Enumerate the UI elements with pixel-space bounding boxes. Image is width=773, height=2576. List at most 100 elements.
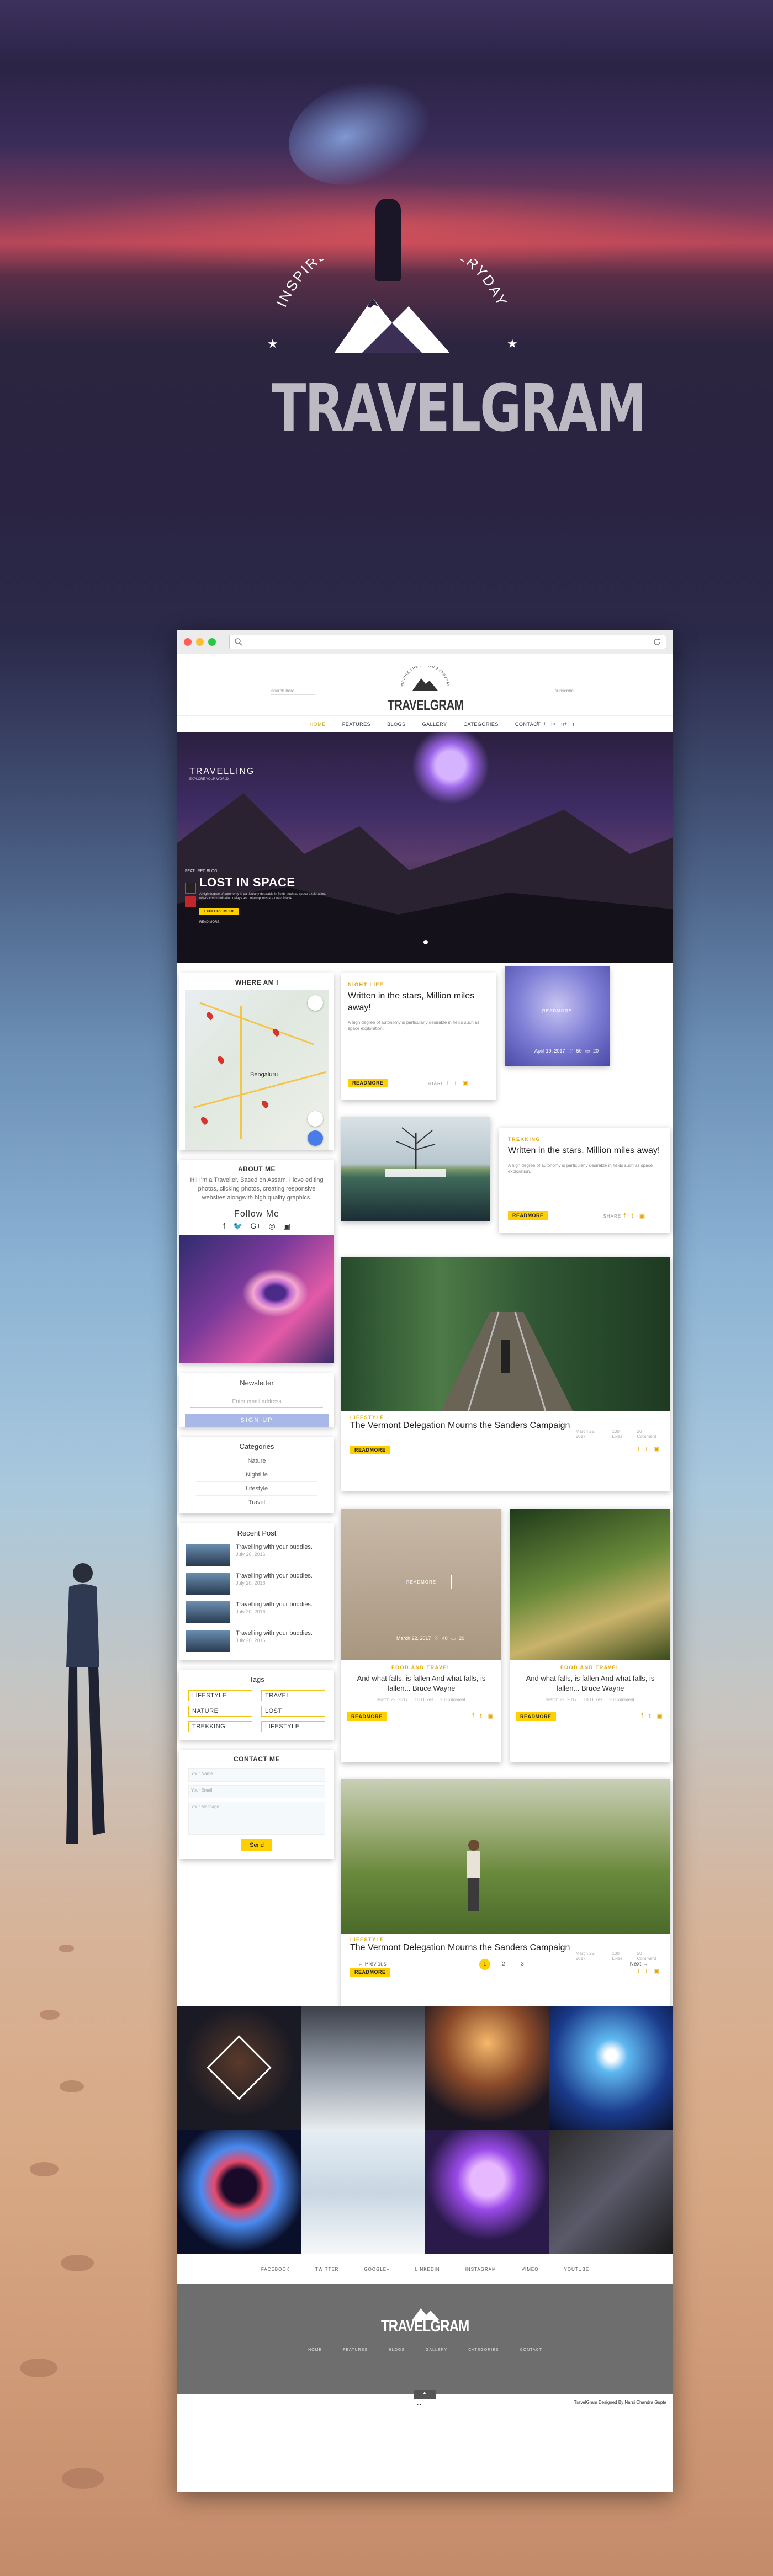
name-field[interactable]: Your Name	[188, 1768, 325, 1782]
category-item[interactable]: Travel	[196, 1495, 317, 1509]
next-page-link[interactable]: Next →	[630, 1961, 648, 1967]
signup-button[interactable]: SIGN UP	[185, 1413, 329, 1427]
post-image-reflection[interactable]	[341, 1117, 490, 1221]
page-3[interactable]: 3	[517, 1959, 528, 1970]
bookmark-icon[interactable]	[185, 896, 196, 907]
tag-item[interactable]: LIFESTYLE	[188, 1690, 252, 1701]
post-image-food-2[interactable]	[510, 1509, 670, 1660]
category-item[interactable]: Lifestyle	[196, 1481, 317, 1495]
image-readmore[interactable]: READMORE	[505, 1008, 610, 1013]
recent-post[interactable]: Travelling with your buddies. July 20, 20…	[179, 1569, 334, 1598]
gallery-tile[interactable]	[177, 2130, 301, 2254]
footer-linkedin-link[interactable]: LINKEDIN	[415, 2267, 440, 2272]
footer-facebook-link[interactable]: FACEBOOK	[261, 2267, 290, 2272]
message-field[interactable]: Your Message	[188, 1801, 325, 1835]
share-icons[interactable]: f t ▣	[624, 1213, 648, 1219]
pinterest-icon[interactable]: p	[573, 721, 576, 726]
featured-title[interactable]: LOST IN SPACE	[199, 875, 329, 890]
send-button[interactable]: Send	[241, 1839, 272, 1851]
prev-page-link[interactable]: ← Previous	[358, 1961, 386, 1967]
tag-item[interactable]: TRAVEL	[261, 1690, 325, 1701]
tag-item[interactable]: LOST	[261, 1705, 325, 1717]
share-icons[interactable]: f t ▣	[641, 1712, 665, 1721]
close-dot[interactable]	[184, 638, 192, 646]
gallery-tile[interactable]	[301, 2130, 425, 2254]
share-icons[interactable]: f t ▣	[472, 1712, 496, 1721]
subscribe-link[interactable]: subscribe	[555, 688, 574, 693]
map-pin[interactable]	[216, 1055, 226, 1065]
twitter-icon[interactable]: t	[544, 721, 546, 726]
facebook-icon[interactable]: f	[537, 721, 538, 726]
recent-post[interactable]: Travelling with your buddies. July 20, 20…	[179, 1598, 334, 1627]
footer-link[interactable]: FEATURES	[343, 2348, 368, 2352]
instagram-icon[interactable]: ◎	[268, 1221, 275, 1231]
address-bar[interactable]	[229, 634, 666, 649]
maximize-dot[interactable]	[208, 638, 216, 646]
footer-link[interactable]: CATEGORIES	[468, 2348, 499, 2352]
facebook-icon[interactable]: f	[223, 1221, 225, 1231]
footer-link[interactable]: GALLERY	[426, 2348, 447, 2352]
readmore-button[interactable]: READMORE	[508, 1211, 548, 1220]
minimize-dot[interactable]	[196, 638, 204, 646]
compass-icon[interactable]	[308, 995, 323, 1011]
nav-features[interactable]: FEATURES	[342, 721, 370, 727]
flickr-icon[interactable]: ▣	[283, 1221, 290, 1231]
nav-gallery[interactable]: GALLERY	[422, 721, 447, 727]
googleplus-icon[interactable]: G+	[250, 1221, 261, 1231]
page-1[interactable]: 1	[479, 1959, 490, 1970]
readmore-button[interactable]: READMORE	[347, 1712, 387, 1722]
recent-post[interactable]: Travelling with your buddies. July 20, 20…	[179, 1627, 334, 1655]
gallery-tile[interactable]	[549, 2130, 673, 2254]
post-title[interactable]: Written in the stars, Million miles away…	[348, 991, 489, 1014]
site-logo[interactable]: INSPIRE THE WORLD EVERYDAY TRAVELGRAM	[378, 664, 472, 713]
map[interactable]: Bengaluru	[185, 990, 329, 1150]
gallery-tile[interactable]	[425, 2006, 549, 2130]
post-quote[interactable]: And what falls, is fallen And what falls…	[347, 1674, 496, 1693]
footer-instagram-link[interactable]: INSTAGRAM	[465, 2267, 496, 2272]
post-title[interactable]: Written in the stars, Million miles away…	[508, 1145, 661, 1157]
image-readmore[interactable]: READMORE	[391, 1575, 452, 1589]
footer-googleplus-link[interactable]: GOOGLE+	[364, 2267, 389, 2272]
email-field[interactable]: Enter email address	[190, 1396, 323, 1408]
footer-twitter-link[interactable]: TWITTER	[315, 2267, 339, 2272]
pager-dots[interactable]: • •	[417, 2402, 421, 2407]
readmore-button[interactable]: READMORE	[516, 1712, 556, 1722]
linkedin-icon[interactable]: in	[551, 721, 555, 726]
category-item[interactable]: Nightlife	[196, 1467, 317, 1481]
post-image-field[interactable]	[341, 1779, 670, 1934]
nav-home[interactable]: HOME	[310, 721, 326, 727]
share-icons[interactable]: f t ▣	[638, 1446, 661, 1454]
nav-categories[interactable]: CATEGORIES	[464, 721, 499, 727]
map-pin[interactable]	[199, 1116, 209, 1125]
post-image-railway[interactable]	[341, 1257, 670, 1412]
header-search-input[interactable]: search here ...	[271, 688, 315, 695]
footer-logo-name[interactable]: TRAVELGRAM	[381, 2317, 469, 2336]
gallery-tile[interactable]	[425, 2130, 549, 2254]
footer-vimeo-link[interactable]: VIMEO	[522, 2267, 539, 2272]
category-item[interactable]: Nature	[196, 1453, 317, 1468]
back-to-top-button[interactable]: ▲	[414, 2390, 436, 2399]
gallery-tile[interactable]	[177, 2006, 301, 2130]
email-field[interactable]: Your Email	[188, 1784, 325, 1798]
gallery-tile[interactable]	[301, 2006, 425, 2130]
reload-icon[interactable]	[653, 638, 661, 646]
locate-icon[interactable]	[308, 1111, 323, 1127]
footer-link[interactable]: HOME	[308, 2348, 322, 2352]
twitter-icon[interactable]: 🐦	[233, 1221, 242, 1231]
post-title[interactable]: The Vermont Delegation Mourns the Sander…	[350, 1420, 576, 1439]
googleplus-icon[interactable]: g+	[561, 721, 567, 726]
share-icons[interactable]: f t ▣	[447, 1080, 471, 1087]
recent-post[interactable]: Travelling with your buddies. July 20, 20…	[179, 1541, 334, 1569]
readmore-button[interactable]: READMORE	[350, 1446, 390, 1454]
explore-more-button[interactable]: EXPLORE MORE	[199, 907, 240, 915]
gallery-tile[interactable]	[549, 2006, 673, 2130]
page-2[interactable]: 2	[498, 1959, 509, 1970]
footer-youtube-link[interactable]: YOUTUBE	[564, 2267, 589, 2272]
tag-item[interactable]: LIFESTYLE	[261, 1720, 325, 1732]
tag-item[interactable]: NATURE	[188, 1705, 252, 1717]
footer-link[interactable]: CONTACT	[520, 2348, 542, 2352]
map-pin[interactable]	[260, 1099, 270, 1109]
footer-link[interactable]: BLOGS	[389, 2348, 405, 2352]
read-more-link[interactable]: READ MORE	[199, 921, 329, 924]
tag-item[interactable]: TREKKING	[188, 1720, 252, 1732]
